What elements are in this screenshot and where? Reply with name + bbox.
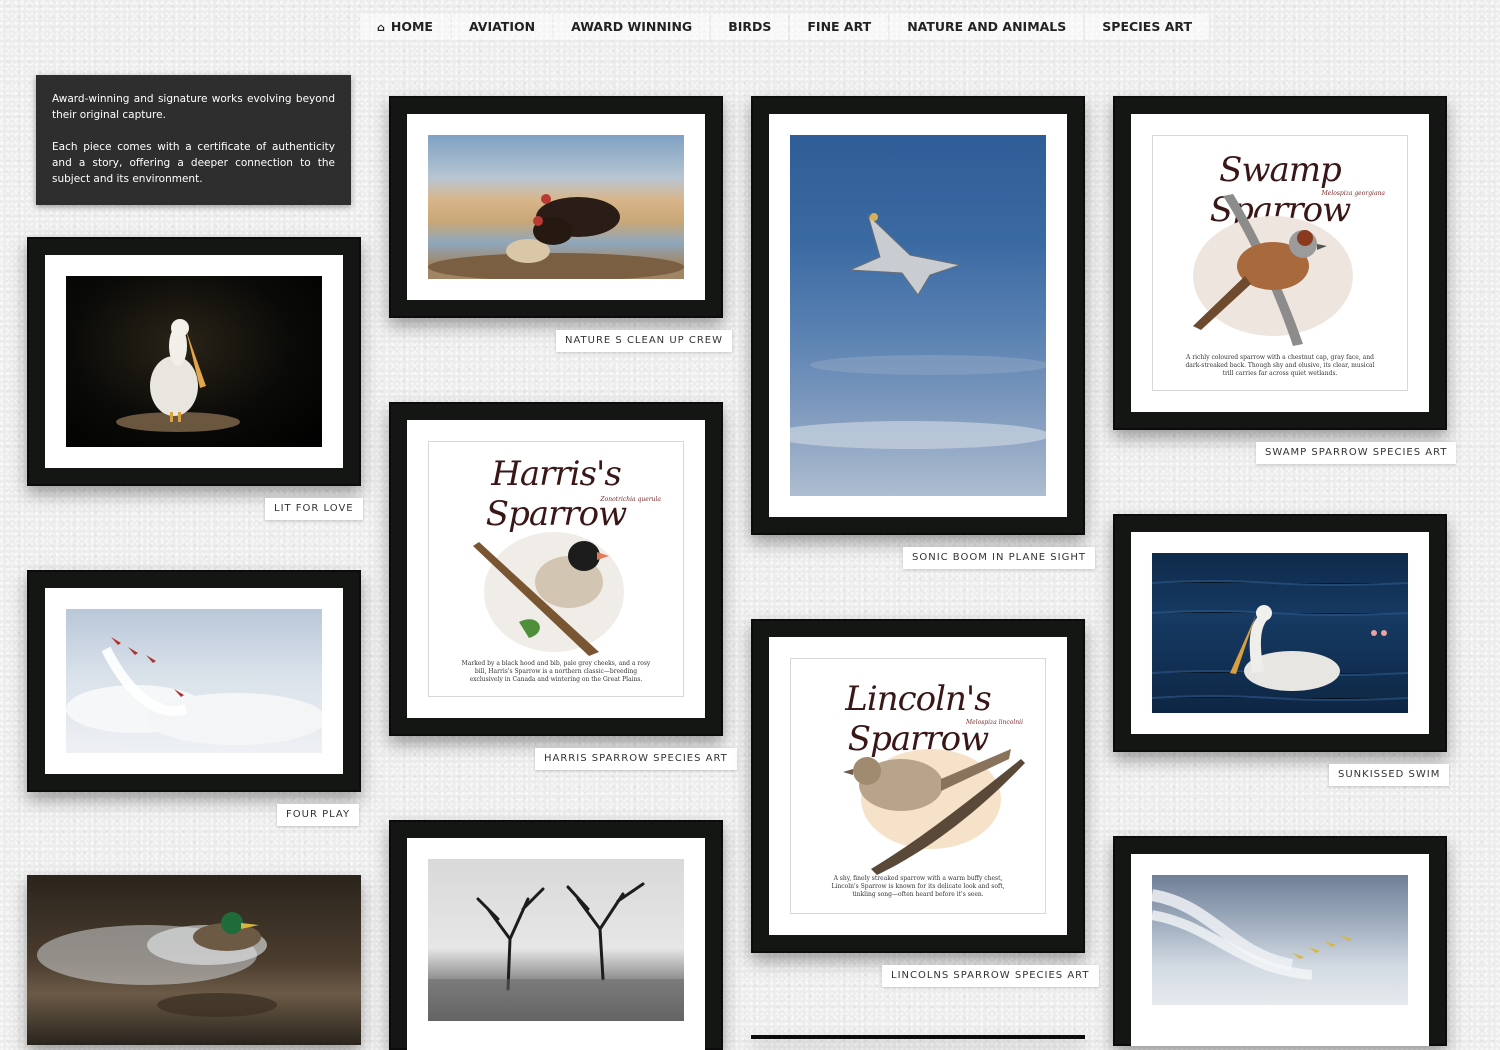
species-text-swamp: A richly coloured sparrow with a chestnu…: [1185, 354, 1375, 377]
swamp-sparrow-illustration: [1193, 194, 1353, 346]
artwork-mat: [1131, 532, 1429, 734]
artwork-mat: [1131, 854, 1429, 1046]
artwork-jets-trails[interactable]: [1113, 836, 1447, 1046]
artwork-mat: [407, 114, 705, 300]
harris-sparrow-illustration: [473, 532, 624, 656]
artwork-mat: [769, 114, 1067, 517]
label-four-play[interactable]: FOUR PLAY: [277, 804, 360, 826]
artwork-mat: Harris's Sparrow Zonotrichia querula Mar…: [407, 420, 705, 718]
label-nature-clean-up-crew[interactable]: NATURE S CLEAN UP CREW: [556, 330, 732, 352]
species-card-harris: Harris's Sparrow Zonotrichia querula Mar…: [428, 441, 684, 697]
photo-vultures: [428, 135, 684, 279]
artwork-partial-bottom[interactable]: [751, 1035, 1085, 1039]
label-lincolns-sparrow[interactable]: LINCOLNS SPARROW SPECIES ART: [882, 965, 1099, 987]
artwork-duck-splash[interactable]: [27, 875, 361, 1045]
artwork-lit-for-love[interactable]: [27, 237, 361, 486]
nav-birds[interactable]: BIRDS: [711, 14, 789, 40]
artwork-mat: [45, 255, 343, 468]
label-sunkissed-swim[interactable]: SUNKISSED SWIM: [1329, 764, 1450, 786]
photo-f22-jet: [790, 135, 1046, 496]
nav-species-art[interactable]: SPECIES ART: [1085, 14, 1209, 40]
artwork-mat: [407, 838, 705, 1050]
intro-box: Award-winning and signature works evolvi…: [36, 75, 351, 205]
intro-paragraph-1: Award-winning and signature works evolvi…: [52, 93, 335, 121]
artwork-harris-sparrow[interactable]: Harris's Sparrow Zonotrichia querula Mar…: [389, 402, 723, 736]
species-card-lincoln: Lincoln's Sparrow Melospiza lincolnii A …: [790, 658, 1046, 914]
artwork-mat: Swamp Sparrow Melospiza georgiana A rich…: [1131, 114, 1429, 412]
artwork-mat: Lincoln's Sparrow Melospiza lincolnii A …: [769, 637, 1067, 935]
home-icon: ⌂: [377, 21, 385, 34]
photo-mallard-splash: [27, 875, 361, 1045]
photo-pelican-water: [1152, 553, 1408, 713]
species-card-swamp: Swamp Sparrow Melospiza georgiana A rich…: [1152, 135, 1408, 391]
photo-jets-formation: [66, 609, 322, 753]
artwork-lincolns-sparrow[interactable]: Lincoln's Sparrow Melospiza lincolnii A …: [751, 619, 1085, 953]
label-sonic-boom[interactable]: SONIC BOOM IN PLANE SIGHT: [903, 547, 1095, 569]
nav-award-winning[interactable]: AWARD WINNING: [554, 14, 710, 40]
artwork-swamp-sparrow[interactable]: Swamp Sparrow Melospiza georgiana A rich…: [1113, 96, 1447, 430]
main-nav: ⌂ HOME AVIATION AWARD WINNING BIRDS FINE …: [360, 14, 1211, 40]
nav-nature-and-animals[interactable]: NATURE AND ANIMALS: [890, 14, 1084, 40]
photo-bare-trees-bw: [428, 859, 684, 1021]
label-swamp-sparrow[interactable]: SWAMP SPARROW SPECIES ART: [1256, 442, 1457, 464]
intro-paragraph-2: Each piece comes with a certificate of a…: [52, 141, 335, 185]
species-text-lincoln: A shy, finely streaked sparrow with a wa…: [831, 875, 1005, 898]
artwork-mat: [45, 588, 343, 774]
artwork-sunkissed-swim[interactable]: [1113, 514, 1447, 752]
label-lit-for-love[interactable]: LIT FOR LOVE: [265, 498, 363, 520]
label-harris-sparrow[interactable]: HARRIS SPARROW SPECIES ART: [535, 748, 737, 770]
nav-fine-art[interactable]: FINE ART: [790, 14, 889, 40]
artwork-bare-trees[interactable]: [389, 820, 723, 1050]
artwork-sonic-boom[interactable]: [751, 96, 1085, 535]
nav-home[interactable]: ⌂ HOME: [360, 14, 450, 40]
species-text-harris: Marked by a black hood and bib, pale gre…: [461, 660, 651, 683]
artwork-nature-clean-up-crew[interactable]: [389, 96, 723, 318]
photo-jets-smoke: [1152, 875, 1408, 1005]
photo-pelican-dark: [66, 276, 322, 447]
artwork-four-play[interactable]: [27, 570, 361, 792]
nav-aviation[interactable]: AVIATION: [451, 14, 553, 40]
nav-home-label: HOME: [390, 19, 433, 34]
